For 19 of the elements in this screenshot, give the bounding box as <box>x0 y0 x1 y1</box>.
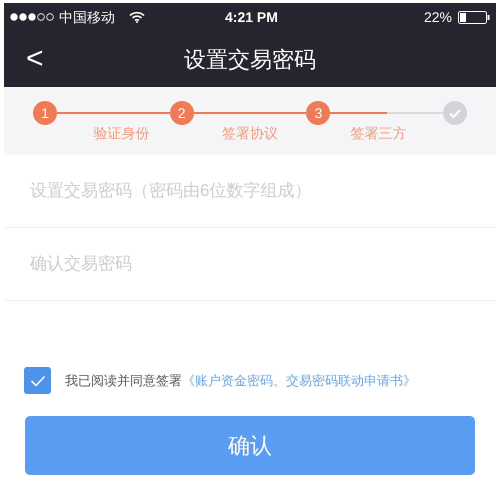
checkmark-icon <box>30 374 46 386</box>
clock-time: 4:21 PM <box>225 8 278 26</box>
battery-icon <box>458 10 490 24</box>
step-number: 2 <box>170 101 194 125</box>
wifi-icon <box>129 11 145 23</box>
agreement-text: 我已阅读并同意签署《账户资金密码、交易密码联动申请书》 <box>65 372 416 390</box>
step-label: 验证身份 <box>93 124 150 143</box>
step-number: 1 <box>33 101 57 125</box>
confirm-button[interactable]: 确认 <box>25 416 475 475</box>
step-label: 签署协议 <box>222 124 278 143</box>
back-button[interactable]: < <box>26 44 44 74</box>
signal-icon <box>10 13 54 21</box>
agreement-checkbox[interactable] <box>24 367 51 394</box>
carrier-name: 中国移动 <box>59 8 115 26</box>
step-label: 签署三方 <box>350 124 407 143</box>
battery-percent: 22% <box>424 8 452 26</box>
agreement-link[interactable]: 《账户资金密码、交易密码联动申请书》 <box>182 372 416 388</box>
page-title: 设置交易密码 <box>184 46 316 74</box>
step-number: 3 <box>306 101 330 125</box>
